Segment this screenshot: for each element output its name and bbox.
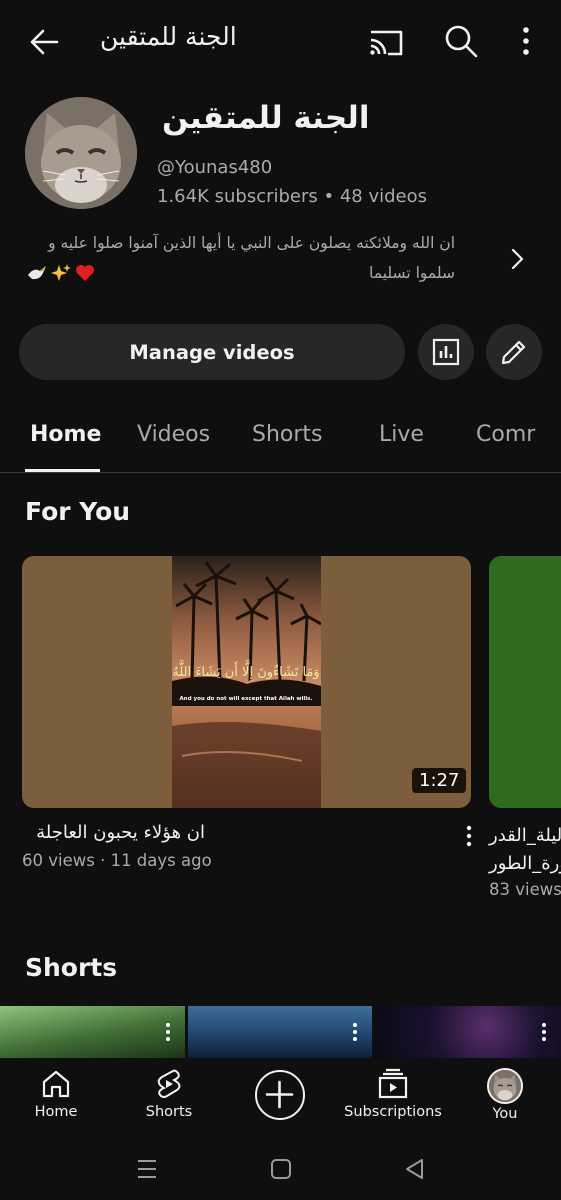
home-icon <box>42 1070 70 1098</box>
chevron-right-icon[interactable] <box>506 246 528 272</box>
short-more-icon[interactable] <box>352 1022 358 1042</box>
short-more-icon[interactable] <box>541 1022 547 1042</box>
bottom-navigation: Home Shorts Subscriptions You <box>0 1058 561 1138</box>
nav-shorts[interactable]: Shorts <box>136 1058 202 1138</box>
nav-subscriptions[interactable]: Subscriptions <box>340 1058 446 1138</box>
nav-home-label: Home <box>34 1104 78 1120</box>
back-system-icon[interactable] <box>402 1156 428 1182</box>
dove-icon <box>28 266 46 280</box>
nav-you[interactable]: You <box>480 1058 530 1138</box>
video-title-1[interactable]: ان هؤلاء يحبون العاجلة <box>36 822 205 843</box>
thumbnail-english-text: And you do not will except that Allah wi… <box>180 696 313 702</box>
nav-you-label: You <box>492 1106 518 1122</box>
video-meta-1: 60 views · 11 days ago <box>22 851 212 870</box>
sparkles-icon <box>51 264 71 281</box>
channel-tabs: Home Videos Shorts Live Comr <box>0 400 561 473</box>
cast-icon[interactable] <box>368 26 404 58</box>
cat-avatar-image <box>25 97 137 209</box>
short-more-icon[interactable] <box>165 1022 171 1042</box>
for-you-heading: For You <box>25 497 131 526</box>
tab-shorts[interactable]: Shorts <box>252 422 323 447</box>
create-plus-icon <box>265 1080 294 1109</box>
app-bar-title: الجنة للمتقين <box>100 22 237 51</box>
channel-handle: @Younas480 <box>157 157 273 178</box>
app-bar: الجنة للمتقين <box>0 0 561 84</box>
video-more-icon[interactable] <box>462 824 476 848</box>
heart-icon <box>76 265 94 281</box>
video-title-2-line-2[interactable]: سورة_الطور <box>489 853 561 874</box>
recent-apps-icon[interactable] <box>134 1156 160 1182</box>
analytics-button[interactable] <box>418 324 474 380</box>
back-arrow-icon[interactable] <box>28 26 60 58</box>
manage-videos-button[interactable]: Manage videos <box>19 324 405 380</box>
video-thumbnail-2[interactable] <box>489 556 561 808</box>
video-meta-2: 83 views <box>489 880 561 899</box>
nav-shorts-label: Shorts <box>145 1104 193 1120</box>
thumbnail-artwork: وَمَا تَشَاءُونَ إِلَّا أَن يَشَاءَ اللَ… <box>172 556 321 808</box>
nav-subscriptions-label: Subscriptions <box>344 1104 442 1120</box>
video-title-2-line-1[interactable]: ليلة_القدر <box>489 825 561 846</box>
channel-name: الجنة للمتقين <box>162 100 370 136</box>
nav-home[interactable]: Home <box>22 1058 90 1138</box>
active-tab-indicator <box>25 469 100 472</box>
system-navigation-bar <box>0 1138 561 1200</box>
shorts-heading: Shorts <box>25 953 118 982</box>
subscriptions-icon <box>378 1068 408 1099</box>
analytics-icon <box>432 338 460 366</box>
shorts-icon <box>157 1069 181 1098</box>
channel-stats: 1.64K subscribers • 48 videos <box>157 186 427 207</box>
tab-live[interactable]: Live <box>379 422 424 447</box>
more-vertical-icon[interactable] <box>514 24 538 58</box>
home-system-icon[interactable] <box>268 1156 294 1182</box>
edit-channel-button[interactable] <box>486 324 542 380</box>
video-duration-badge: 1:27 <box>412 768 467 793</box>
search-icon[interactable] <box>444 24 478 58</box>
tab-videos[interactable]: Videos <box>137 422 210 447</box>
create-button[interactable] <box>255 1070 305 1120</box>
short-thumbnail-3[interactable] <box>375 1006 561 1058</box>
you-avatar <box>487 1068 523 1104</box>
short-thumbnail-1[interactable] <box>0 1006 185 1058</box>
tab-home[interactable]: Home <box>30 422 101 447</box>
channel-avatar[interactable] <box>25 97 137 209</box>
short-thumbnail-2[interactable] <box>188 1006 372 1058</box>
description-emoji <box>26 262 96 284</box>
pencil-icon <box>501 340 526 365</box>
cat-avatar-small <box>489 1070 521 1102</box>
video-thumbnail-1[interactable]: وَمَا تَشَاءُونَ إِلَّا أَن يَشَاءَ اللَ… <box>22 556 471 808</box>
tab-community[interactable]: Comr <box>476 422 535 447</box>
description-line-1: ان الله وملائكته يصلون على النبي يا أيها… <box>48 234 455 252</box>
